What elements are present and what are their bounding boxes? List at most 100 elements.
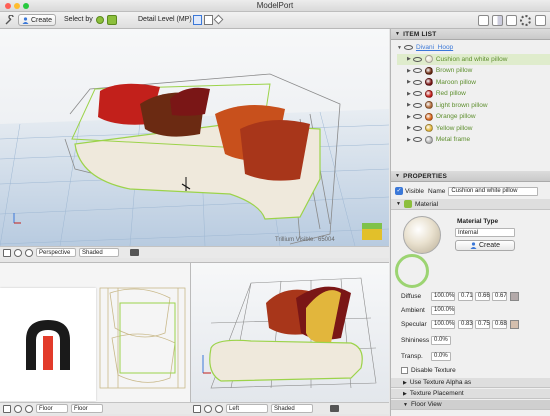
item-list-entry[interactable]: ▶ Metal frame <box>397 134 550 146</box>
create-button-label: Create <box>31 16 53 24</box>
expand-arrow-icon[interactable]: ▶ <box>407 102 411 108</box>
material-type-select[interactable]: Internal <box>455 228 515 237</box>
expand-arrow-icon[interactable]: ▶ <box>407 114 411 120</box>
select-by-material-icon[interactable] <box>107 15 117 25</box>
root-item-label: Divani_Hoop <box>415 44 454 52</box>
toolbar: Create Select by Detail Level (MP) <box>0 12 550 29</box>
camera-icon[interactable] <box>330 405 339 412</box>
select-by-object-icon[interactable] <box>96 16 104 24</box>
name-input[interactable]: Cushion and white pillow <box>448 186 539 196</box>
left-viewport[interactable] <box>190 262 389 402</box>
properties-header[interactable]: ▼ PROPERTIES <box>391 171 550 182</box>
ambient-input[interactable]: 100.0% <box>431 305 455 315</box>
item-label: Maroon pillow <box>435 78 476 86</box>
triangles-visible-value: 65004 <box>318 237 335 243</box>
eye-icon[interactable] <box>412 114 422 120</box>
specular-r[interactable]: 0.83 <box>458 319 473 329</box>
expand-arrow-icon[interactable]: ▶ <box>407 56 411 62</box>
diffuse-input[interactable]: 100.0% <box>431 291 455 301</box>
floor-view-section[interactable]: ▼ Floor View <box>391 400 550 410</box>
expand-arrow-icon[interactable]: ▶ <box>407 91 411 97</box>
material-ball-icon <box>424 124 433 133</box>
item-label: Light brown pillow <box>435 101 488 109</box>
diffuse-r[interactable]: 0.71 <box>458 291 473 301</box>
transparency-input[interactable]: 0.0% <box>431 351 451 361</box>
diffuse-g[interactable]: 0.66 <box>475 291 490 301</box>
shading-mode-select[interactable]: Shaded <box>79 248 119 257</box>
material-section-header[interactable]: ▼ Material <box>391 199 550 210</box>
shininess-input[interactable]: 0.0% <box>431 335 451 345</box>
wrench-icon[interactable] <box>4 14 16 26</box>
eye-icon[interactable] <box>412 79 422 85</box>
item-list-entry[interactable]: ▶ Brown pillow <box>397 65 550 77</box>
main-viewport[interactable]: Trillium Visible: 65004 <box>0 29 389 246</box>
item-label: Orange pillow <box>435 113 476 121</box>
menu-icon[interactable] <box>3 248 11 257</box>
specular-input[interactable]: 100.0% <box>431 319 455 329</box>
eye-icon[interactable] <box>412 91 422 97</box>
use-texture-alpha-section[interactable]: ▶ Use Texture Alpha as <box>391 378 550 388</box>
layout-single-icon[interactable] <box>478 15 489 26</box>
specular-b[interactable]: 0.68 <box>492 319 507 329</box>
create-button[interactable]: Create <box>18 14 57 26</box>
material-create-button[interactable]: Create <box>455 240 515 251</box>
visible-checkbox[interactable]: ✓ <box>395 187 403 195</box>
diffuse-swatch[interactable] <box>510 291 519 301</box>
left-camera-select[interactable]: Left <box>226 404 268 413</box>
eye-icon[interactable] <box>412 137 422 143</box>
left-viewport-footer: Left Shaded <box>190 402 389 414</box>
eye-icon[interactable] <box>412 68 422 74</box>
layout-split-icon[interactable] <box>492 15 503 26</box>
zoom-out-icon[interactable] <box>215 404 223 413</box>
item-list-header[interactable]: ▼ ITEM LIST <box>391 29 550 40</box>
expand-arrow-icon[interactable]: ▶ <box>407 125 411 131</box>
zoom-in-icon[interactable] <box>204 404 212 413</box>
floor-shading-select[interactable]: Floor <box>71 404 103 413</box>
zoom-out-icon[interactable] <box>25 404 33 413</box>
item-list-entry[interactable]: ▶ Maroon pillow <box>397 77 550 89</box>
eye-icon[interactable] <box>412 56 422 62</box>
left-shading-select[interactable]: Shaded <box>271 404 313 413</box>
diffuse-b[interactable]: 0.67 <box>492 291 507 301</box>
item-list-entry[interactable]: ▶ Light brown pillow <box>397 100 550 112</box>
camera-mode-select[interactable]: Perspective <box>36 248 76 257</box>
specular-swatch[interactable] <box>510 319 519 329</box>
floor-camera-select[interactable]: Floor <box>36 404 68 413</box>
menu-icon[interactable] <box>3 404 11 413</box>
axis-gizmo-icon <box>12 211 22 225</box>
material-ball-icon <box>424 89 433 98</box>
disable-texture-checkbox[interactable] <box>401 366 408 374</box>
zoom-in-icon[interactable] <box>14 248 22 257</box>
transparency-label: Transp. <box>401 352 423 360</box>
brand-logo-card <box>0 288 96 401</box>
layout-grid-icon[interactable] <box>506 15 517 26</box>
cursor-highlight <box>395 254 429 288</box>
floor-viewport[interactable] <box>0 262 190 402</box>
expand-arrow-icon[interactable]: ▶ <box>407 79 411 85</box>
gear-icon[interactable] <box>520 15 531 26</box>
specular-g[interactable]: 0.75 <box>475 319 490 329</box>
item-list-entry[interactable]: ▶ Orange pillow <box>397 111 550 123</box>
expand-arrow-icon[interactable]: ▶ <box>407 137 411 143</box>
eye-icon[interactable] <box>412 125 422 131</box>
expand-arrow-icon[interactable]: ▶ <box>407 68 411 74</box>
zoom-out-icon[interactable] <box>25 248 33 257</box>
zoom-in-icon[interactable] <box>14 404 22 413</box>
collapse-arrow-icon: ▼ <box>396 201 401 207</box>
item-label: Red pillow <box>435 90 466 98</box>
item-list-entry[interactable]: ▶ Yellow pillow <box>397 123 550 135</box>
detail-level-high-icon[interactable] <box>193 15 202 25</box>
eye-icon[interactable] <box>412 102 422 108</box>
item-list-root[interactable]: ▼ Divani_Hoop <box>397 42 550 54</box>
camera-icon[interactable] <box>130 249 139 256</box>
detail-level-low-icon[interactable] <box>213 14 224 25</box>
person-icon <box>470 242 477 249</box>
item-list-entry[interactable]: ▶ Red pillow <box>397 88 550 100</box>
item-list-entry[interactable]: ▶ Cushion and white pillow <box>397 53 550 65</box>
detail-level-medium-icon[interactable] <box>204 15 213 25</box>
menu-icon[interactable] <box>193 404 201 413</box>
panel-toggle-icon[interactable] <box>535 15 546 26</box>
eye-icon[interactable] <box>403 45 413 51</box>
material-properties: Diffuse 100.0% 0.71 0.66 0.67 Ambient 10… <box>401 290 549 376</box>
texture-placement-section[interactable]: ▶ Texture Placement <box>391 389 550 399</box>
